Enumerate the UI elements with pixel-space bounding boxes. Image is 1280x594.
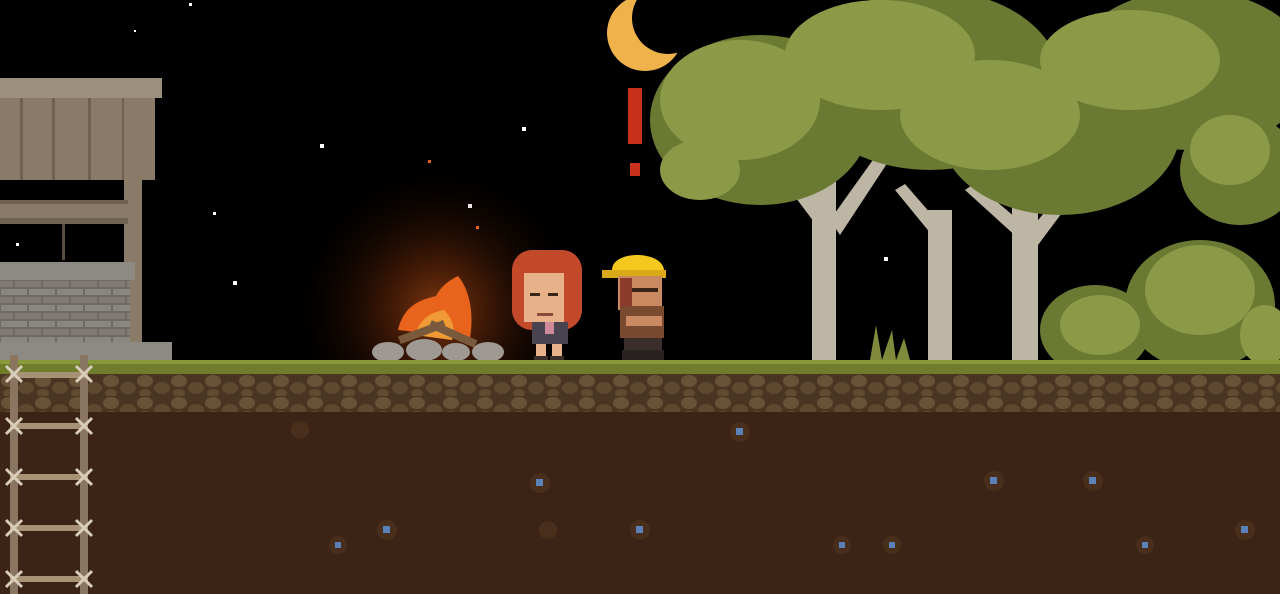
grass-highlight [0,360,1280,364]
underground-dirt [0,412,1280,594]
game-scene [0,0,1280,594]
cobblestone-layer [0,374,1280,412]
